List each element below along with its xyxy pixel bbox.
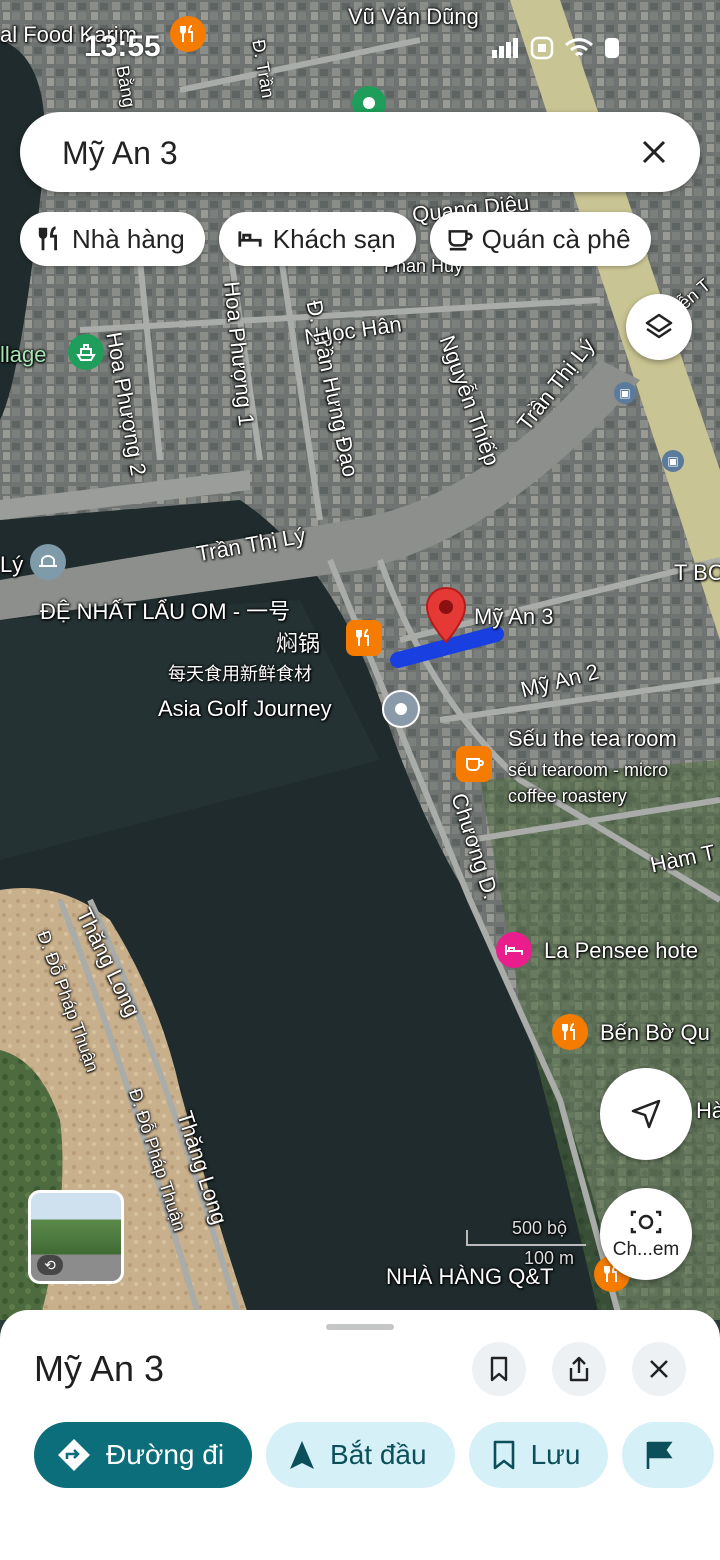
poi-label: 焖锅 xyxy=(276,631,321,656)
chip-label: Nhà hàng xyxy=(72,223,185,254)
chip-label: Khách sạn xyxy=(272,223,396,254)
rotate-360-icon: ⟲ xyxy=(37,1255,63,1275)
status-time: 13:55 xyxy=(84,30,161,63)
directions-icon xyxy=(58,1439,90,1471)
bookmark-icon xyxy=(493,1440,514,1470)
poi-label: Bến Bờ Qu xyxy=(600,1020,710,1045)
close-icon xyxy=(650,1360,668,1378)
close-sheet-button[interactable] xyxy=(632,1342,686,1396)
search-bar[interactable] xyxy=(20,112,700,192)
bed-icon xyxy=(238,231,262,247)
drag-handle[interactable] xyxy=(326,1324,394,1330)
chip-label: Quán cà phê xyxy=(481,223,631,254)
close-icon xyxy=(642,140,666,164)
directions-button[interactable]: Đường đi xyxy=(34,1422,253,1488)
pin-label: Mỹ An 3 xyxy=(474,604,554,629)
category-chips: Nhà hàng Khách sạn Quán cà phê xyxy=(20,212,651,266)
fork-knife-icon xyxy=(356,629,369,646)
vpn-icon xyxy=(530,36,554,60)
bookmark-icon xyxy=(490,1356,508,1382)
share-button[interactable] xyxy=(552,1342,606,1396)
cafe-poi-icon[interactable] xyxy=(456,746,492,782)
share-icon xyxy=(569,1356,589,1382)
camera-button-label: Ch...em xyxy=(612,1239,680,1260)
place-label: T BO xyxy=(674,560,720,585)
layers-button[interactable] xyxy=(626,294,692,360)
bridge-poi-icon[interactable] xyxy=(30,544,66,580)
boat-icon xyxy=(76,344,96,361)
search-input[interactable] xyxy=(60,130,624,176)
fork-knife-icon xyxy=(562,1023,575,1040)
poi-label: La Pensee hote xyxy=(544,938,699,963)
my-location-button[interactable] xyxy=(600,1068,692,1160)
directions-label: Đường đi xyxy=(106,1439,225,1470)
status-icons xyxy=(492,36,620,60)
scale-label-top: 500 bộ xyxy=(512,1218,568,1238)
street-label: Hà xyxy=(696,1098,720,1123)
signal-icon xyxy=(492,38,518,58)
more-actions-button[interactable] xyxy=(622,1422,715,1488)
street-label: Lý xyxy=(0,552,24,577)
chip-restaurants[interactable]: Nhà hàng xyxy=(20,212,205,266)
poi-label: coffee roastery xyxy=(508,786,627,806)
status-bar: 13:55 xyxy=(0,0,720,96)
bridge-icon xyxy=(39,555,57,567)
scale-label-bottom: 100 m xyxy=(524,1248,575,1268)
wifi-icon xyxy=(565,38,593,57)
poi-label: 每天食用新鲜食材 xyxy=(168,664,312,684)
street-view-thumbnail[interactable]: ⟲ xyxy=(28,1190,124,1284)
save-icon-button[interactable] xyxy=(472,1342,526,1396)
action-buttons-row: Đường đi Bắt đầu Lưu xyxy=(34,1422,715,1488)
dot-icon xyxy=(363,97,375,109)
layers-icon xyxy=(645,313,673,339)
bed-icon xyxy=(505,945,523,955)
ferry-poi-icon[interactable] xyxy=(68,334,104,370)
location-pin-icon[interactable] xyxy=(424,586,468,646)
place-bottom-sheet[interactable]: Mỹ An 3 Đường đi Bắt đầu Lưu xyxy=(0,1310,720,1560)
navigation-arrow-icon xyxy=(290,1441,315,1469)
camera-search-button[interactable]: Ch...em xyxy=(600,1188,692,1280)
dot-icon xyxy=(395,703,407,715)
bus-icon: ▣ xyxy=(619,386,631,400)
chip-hotels[interactable]: Khách sạn xyxy=(218,212,416,266)
camera-icon xyxy=(630,1210,662,1234)
navigation-arrow-icon xyxy=(631,1099,661,1129)
bus-stop-icon[interactable]: ▣ xyxy=(662,450,684,472)
fork-knife-icon xyxy=(38,226,57,251)
poi-label: Sếu the tea room xyxy=(508,726,677,751)
place-label: llage xyxy=(0,342,47,367)
bus-icon: ▣ xyxy=(667,454,679,468)
clear-search-button[interactable] xyxy=(632,130,676,174)
golf-poi-icon[interactable] xyxy=(382,690,420,728)
poi-label: Asia Golf Journey xyxy=(158,696,332,721)
battery-icon xyxy=(605,38,619,58)
map-scale: 500 bộ 100 m xyxy=(466,1218,586,1270)
hotel-poi-icon[interactable] xyxy=(496,932,532,968)
poi-label: sếu tearoom - micro xyxy=(508,760,669,780)
restaurant-poi-icon[interactable] xyxy=(552,1014,588,1050)
bus-stop-icon[interactable]: ▣ xyxy=(614,382,636,404)
start-label: Bắt đầu xyxy=(330,1439,427,1470)
start-button[interactable]: Bắt đầu xyxy=(266,1422,455,1488)
save-button[interactable]: Lưu xyxy=(468,1422,609,1488)
coffee-cup-icon xyxy=(448,230,473,251)
flag-icon xyxy=(647,1441,673,1469)
place-title: Mỹ An 3 xyxy=(34,1348,165,1389)
poi-label: ĐỆ NHẤT LẨU OM - 一号 xyxy=(40,599,291,624)
coffee-cup-icon xyxy=(466,758,484,771)
chip-cafes[interactable]: Quán cà phê xyxy=(429,212,651,266)
save-label: Lưu xyxy=(530,1439,581,1470)
restaurant-poi-icon[interactable] xyxy=(346,620,382,656)
